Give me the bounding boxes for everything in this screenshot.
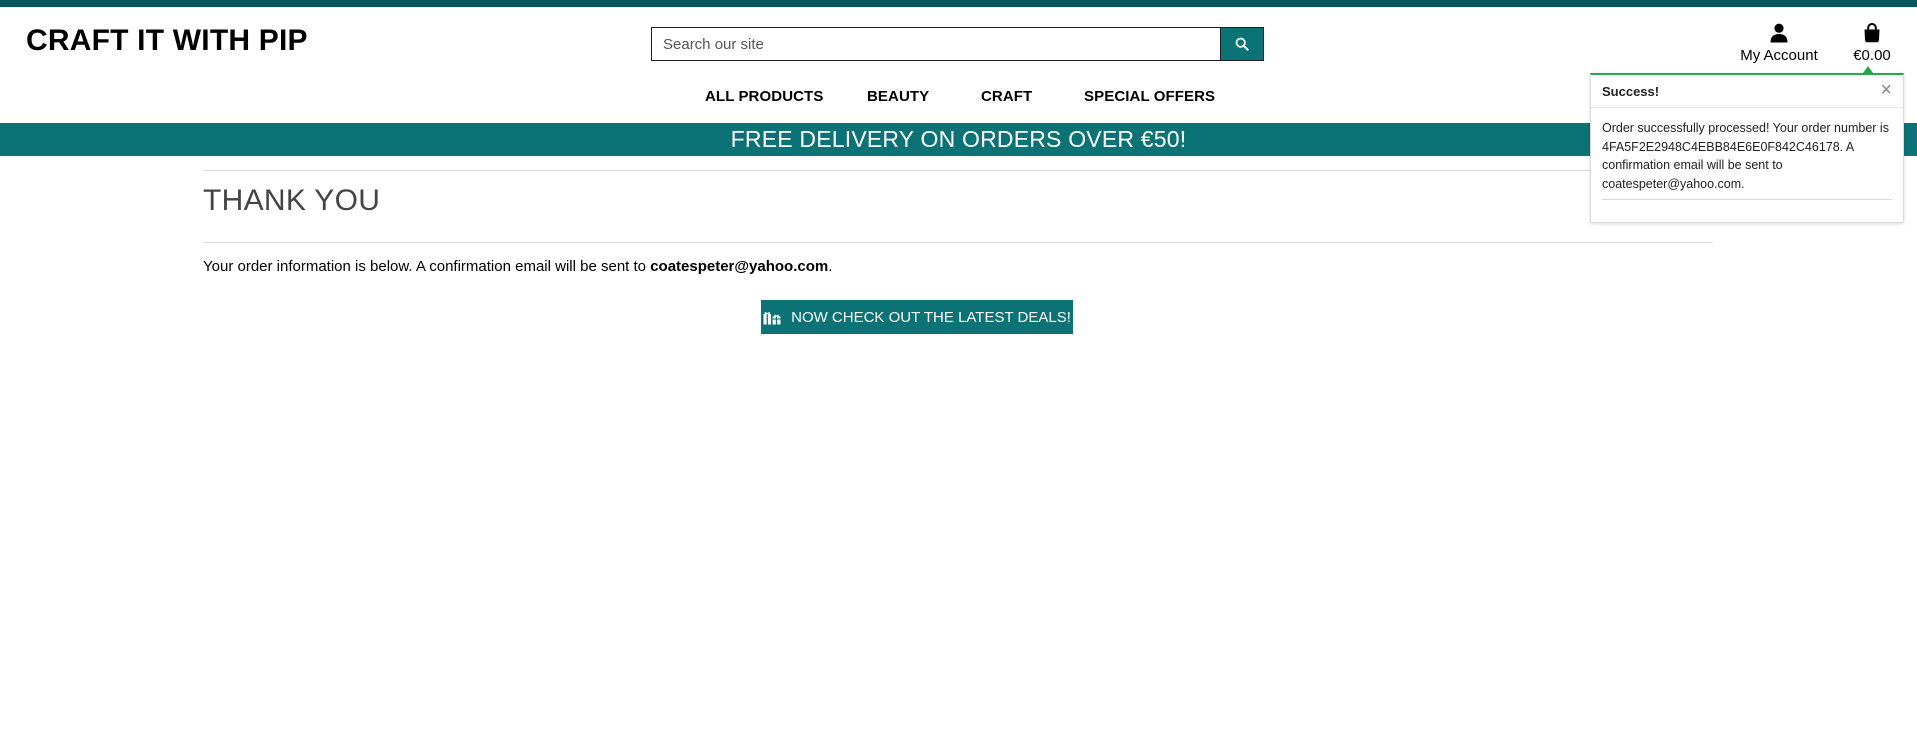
site-logo[interactable]: CRAFT IT WITH PIP [26, 24, 308, 58]
nav-all-products[interactable]: ALL PRODUCTS [705, 88, 823, 105]
top-accent-strip [0, 0, 1917, 7]
search-form [651, 27, 1264, 61]
search-input[interactable] [651, 27, 1220, 61]
nav-craft[interactable]: CRAFT [981, 88, 1032, 105]
shopping-bag-icon [1864, 22, 1880, 43]
search-icon [1235, 37, 1249, 51]
nav-special-offers[interactable]: SPECIAL OFFERS [1084, 88, 1215, 105]
my-account-label: My Account [1740, 47, 1818, 64]
latest-deals-button[interactable]: NOW CHECK OUT THE LATEST DEALS! [761, 300, 1073, 334]
user-icon [1770, 23, 1788, 43]
latest-deals-label: NOW CHECK OUT THE LATEST DEALS! [791, 308, 1071, 326]
my-account-link[interactable]: My Account [1734, 22, 1824, 64]
gifts-icon [763, 309, 781, 325]
divider [203, 170, 1713, 171]
shopping-bag-link[interactable]: €0.00 [1848, 22, 1896, 64]
nav-beauty[interactable]: BEAUTY [867, 88, 929, 105]
order-info-text: Your order information is below. A confi… [203, 258, 832, 275]
close-icon[interactable]: × [1880, 80, 1892, 100]
divider [203, 242, 1713, 243]
page-title: THANK YOU [203, 184, 381, 217]
bag-total: €0.00 [1853, 47, 1891, 64]
search-button[interactable] [1220, 27, 1264, 61]
toast-divider [1602, 199, 1892, 200]
toast-arrow [1863, 66, 1873, 73]
toast-message: Order successfully processed! Your order… [1602, 121, 1889, 191]
order-info-suffix: . [828, 258, 833, 275]
success-toast: Success! × Order successfully processed!… [1590, 73, 1904, 223]
toast-title: Success! [1602, 84, 1660, 99]
confirmation-email: coatespeter@yahoo.com [650, 258, 829, 275]
order-info-prefix: Your order information is below. A confi… [203, 258, 651, 275]
toast-header: Success! × [1591, 75, 1903, 108]
